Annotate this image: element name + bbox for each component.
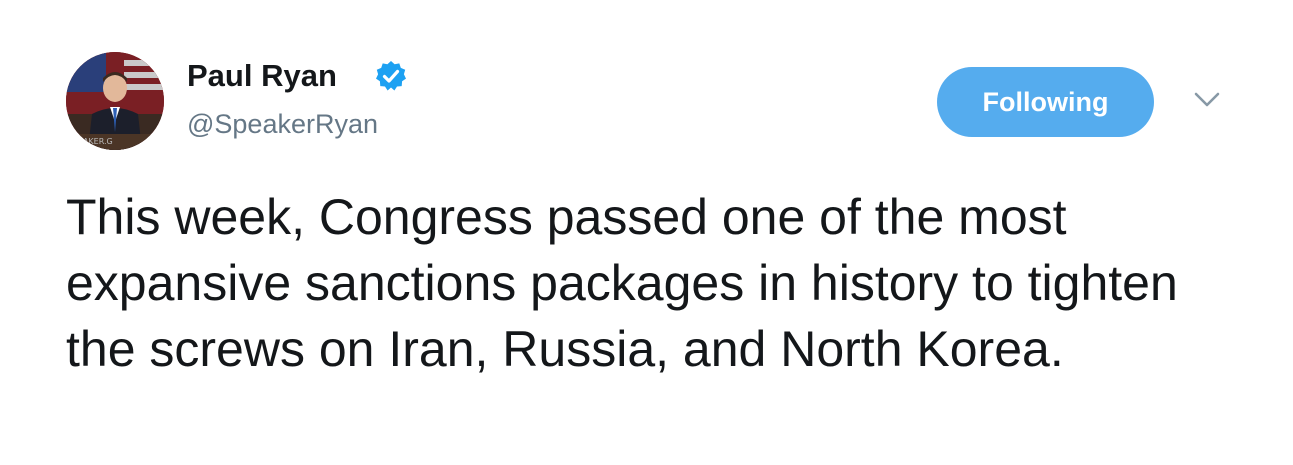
tweet-card: SPEAKER.G Paul Ryan @SpeakerRyan Followi… [0,0,1293,465]
screen-name[interactable]: @SpeakerRyan [187,108,378,140]
tweet-text: This week, Congress passed one of the mo… [66,189,1178,377]
display-name[interactable]: Paul Ryan [187,58,337,94]
chevron-down-icon[interactable] [1192,88,1222,112]
verified-badge-icon [375,60,407,92]
avatar-image: SPEAKER.G [66,52,164,150]
following-button[interactable]: Following [937,67,1154,137]
avatar[interactable]: SPEAKER.G [66,52,164,150]
avatar-watermark: SPEAKER.G [68,137,113,146]
